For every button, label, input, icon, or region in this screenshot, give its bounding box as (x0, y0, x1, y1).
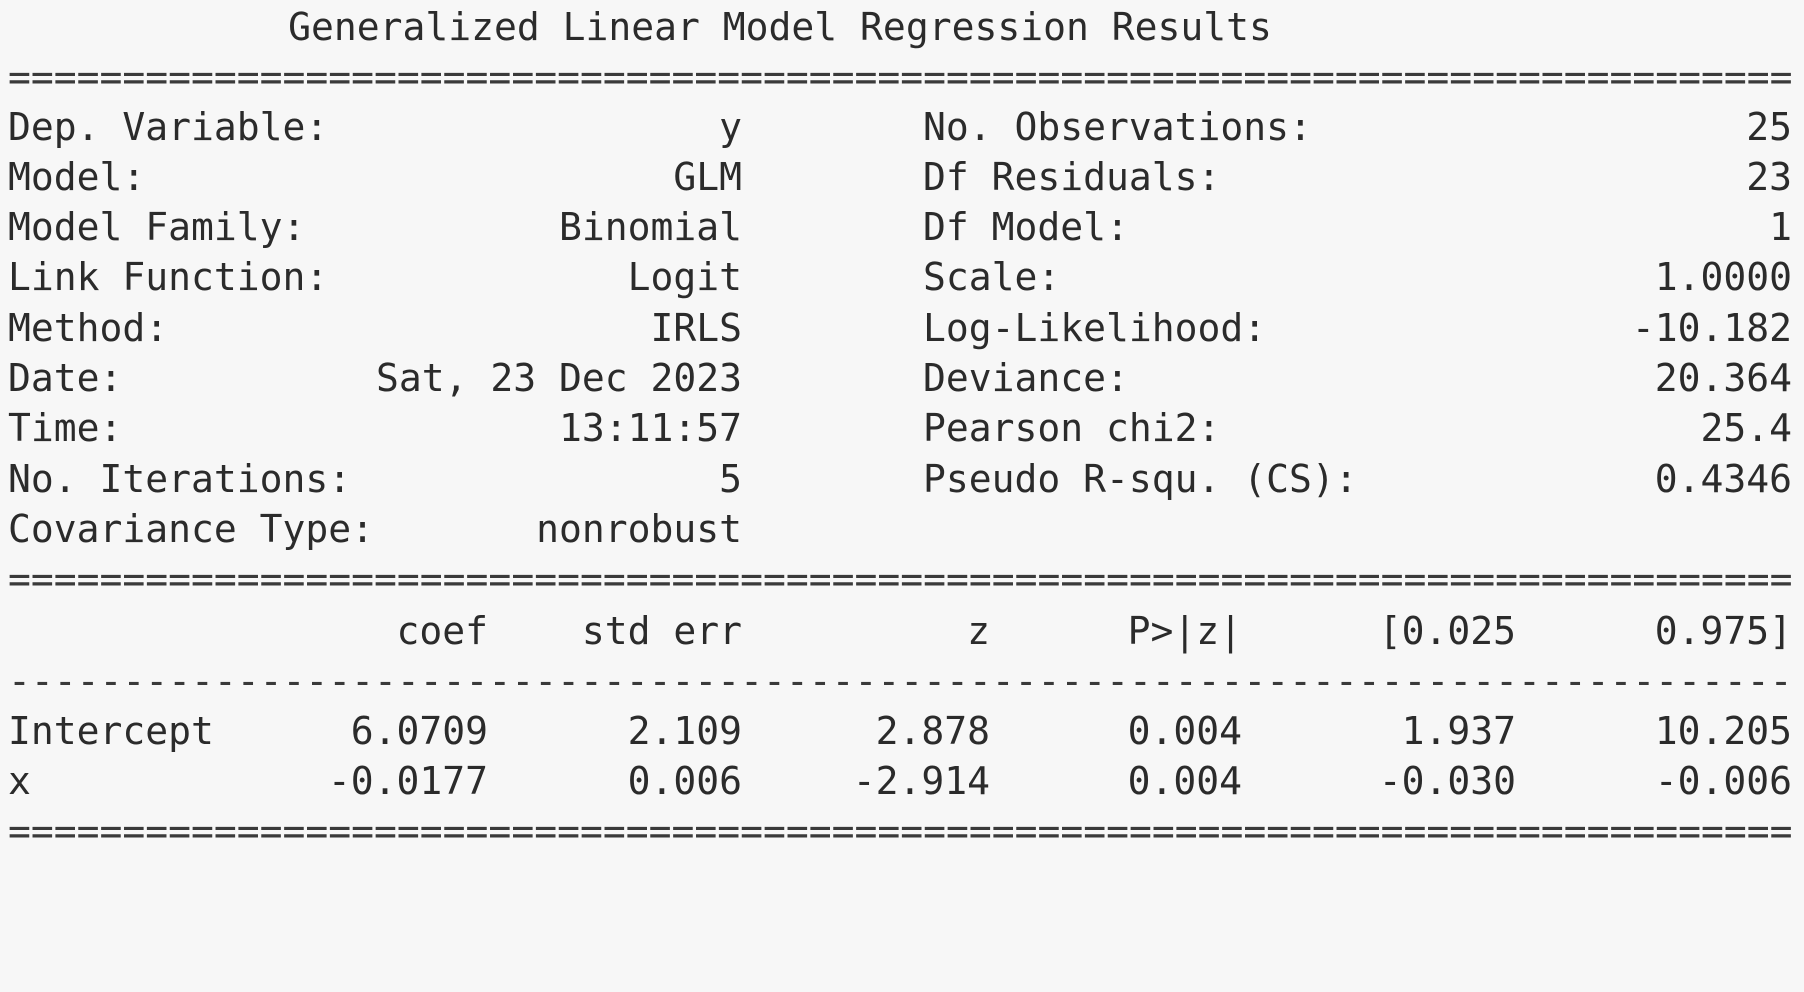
info-label-scale: Scale: (923, 255, 1061, 299)
info-value-df-residuals: 23 (1746, 155, 1792, 199)
regression-summary: Generalized Linear Model Regression Resu… (0, 0, 1804, 992)
coef-cell: 0.006 (627, 759, 742, 803)
info-value-dep-variable: y (719, 105, 742, 149)
info-value-no-iterations: 5 (719, 457, 742, 501)
info-label-covariance-type: Covariance Type: (8, 507, 375, 551)
coef-cell: -0.030 (1378, 759, 1516, 803)
info-value-model: GLM (673, 155, 742, 199)
info-value-df-model: 1 (1769, 205, 1792, 249)
coef-cell: -0.0177 (327, 759, 488, 803)
info-value-no-observations: 25 (1746, 105, 1792, 149)
coef-header-p-value: P>|z| (1127, 609, 1242, 653)
info-label-pearson-chi2: Pearson chi2: (923, 406, 1221, 450)
info-value-date: Sat, 23 Dec 2023 (375, 356, 742, 400)
info-label-model: Model: (8, 155, 146, 199)
info-label-no-observations: No. Observations: (923, 105, 1312, 149)
coef-cell: 6.0709 (350, 709, 488, 753)
info-label-deviance: Deviance: (923, 356, 1129, 400)
info-value-model-family: Binomial (558, 205, 742, 249)
info-value-log-likelihood: -10.182 (1631, 306, 1792, 350)
info-value-time: 13:11:57 (558, 406, 742, 450)
info-label-link-function: Link Function: (8, 255, 329, 299)
coef-row-name: Intercept (8, 709, 214, 753)
info-label-dep-variable: Dep. Variable: (8, 105, 329, 149)
double-rule-top: ========================================… (8, 55, 1793, 99)
info-value-method: IRLS (650, 306, 742, 350)
coef-row-name: x (8, 759, 31, 803)
coef-cell: 10.205 (1654, 709, 1792, 753)
double-rule-middle: ========================================… (8, 557, 1793, 601)
info-label-date: Date: (8, 356, 123, 400)
coef-header-coef: coef (396, 609, 488, 653)
info-value-scale: 1.0000 (1654, 255, 1792, 299)
coef-cell: 2.878 (875, 709, 990, 753)
info-value-link-function: Logit (627, 255, 742, 299)
coef-cell: -0.006 (1654, 759, 1792, 803)
coef-header-ci-upper: 0.975] (1654, 609, 1792, 653)
coef-header-z: z (967, 609, 990, 653)
info-value-pseudo-r-squ: 0.4346 (1654, 457, 1792, 501)
info-label-pseudo-r-squ: Pseudo R-squ. (CS): (923, 457, 1358, 501)
info-value-deviance: 20.364 (1654, 356, 1792, 400)
info-label-method: Method: (8, 306, 169, 350)
coef-cell: 0.004 (1127, 709, 1242, 753)
info-value-covariance-type: nonrobust (536, 507, 742, 551)
coef-cell: 1.937 (1401, 709, 1516, 753)
coef-cell: 0.004 (1127, 759, 1242, 803)
info-label-log-likelihood: Log-Likelihood: (923, 306, 1267, 350)
double-rule-bottom: ========================================… (8, 809, 1793, 853)
coef-cell: -2.914 (852, 759, 990, 803)
single-rule: ----------------------------------------… (8, 659, 1793, 703)
info-label-df-model: Df Model: (923, 205, 1129, 249)
coef-cell: 2.109 (627, 709, 742, 753)
info-label-time: Time: (8, 406, 123, 450)
summary-title: Generalized Linear Model Regression Resu… (288, 5, 1272, 49)
info-value-pearson-chi2: 25.4 (1700, 406, 1792, 450)
coef-header-ci-lower: [0.025 (1378, 609, 1516, 653)
info-label-model-family: Model Family: (8, 205, 306, 249)
coef-header-std-err: std err (581, 609, 742, 653)
info-label-no-iterations: No. Iterations: (8, 457, 352, 501)
info-label-df-residuals: Df Residuals: (923, 155, 1221, 199)
